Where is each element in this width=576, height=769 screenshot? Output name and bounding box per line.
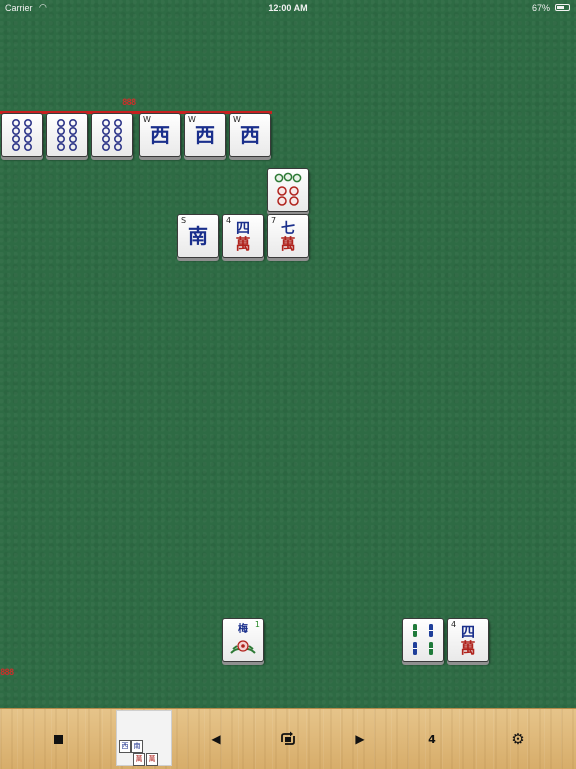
circles-5-face	[274, 172, 302, 206]
battery-icon	[555, 4, 570, 11]
stop-icon	[53, 734, 63, 744]
flower-icon	[230, 640, 256, 654]
tile-glyph-top: 四	[461, 625, 475, 641]
tile-west-wind[interactable]: W 西	[139, 113, 181, 157]
tile-circles-8[interactable]	[46, 113, 88, 157]
rotate-icon	[281, 731, 295, 745]
hand-preview-button[interactable]: 西 南 萬 萬	[116, 710, 172, 766]
tile-glyph-bottom: 萬	[235, 235, 251, 253]
mini-tile: 萬	[146, 753, 158, 766]
tile-west-wind[interactable]: W 西	[229, 113, 271, 157]
tile-glyph: 西	[150, 123, 170, 147]
tile-glyph: 西	[240, 123, 260, 147]
tile-west-wind[interactable]: W 西	[184, 113, 226, 157]
stop-button[interactable]	[40, 709, 76, 769]
gear-icon: ⚙	[511, 730, 525, 748]
score-label-top: 888	[122, 98, 136, 108]
tile-glyph-bottom: 萬	[460, 639, 476, 657]
circles-8-face	[12, 119, 32, 151]
bamboo-4-face	[413, 624, 433, 655]
mini-tile: 南	[131, 740, 143, 753]
battery-percent: 67%	[531, 3, 550, 13]
tile-glyph-bottom: 萬	[280, 235, 296, 253]
bottom-toolbar: ◀ ▶ 4 ⚙	[0, 708, 576, 769]
triangle-right-icon: ▶	[355, 732, 365, 746]
rotate-button[interactable]	[270, 709, 306, 769]
circles-8-face	[102, 119, 122, 151]
tile-flower-plum[interactable]: 1 梅	[222, 618, 264, 662]
mini-tile: 萬	[133, 753, 145, 766]
game-table	[0, 0, 576, 708]
next-button[interactable]: ▶	[342, 709, 378, 769]
triangle-left-icon: ◀	[211, 732, 221, 746]
tile-characters-4[interactable]: 4 四 萬	[447, 618, 489, 662]
status-bar: Carrier ◠ 12:00 AM 67%	[0, 0, 576, 16]
tile-circles-8[interactable]	[1, 113, 43, 157]
settings-button[interactable]: ⚙	[500, 709, 536, 769]
circles-8-face	[57, 119, 77, 151]
tile-characters-7[interactable]: 7 七 萬	[267, 214, 309, 258]
tile-south-wind[interactable]: S 南	[177, 214, 219, 258]
tile-characters-4[interactable]: 4 四 萬	[222, 214, 264, 258]
tile-glyph: 西	[195, 123, 215, 147]
tile-glyph-top: 七	[281, 221, 295, 237]
step-count: 4	[414, 709, 450, 769]
tile-bamboo-4[interactable]	[402, 618, 444, 662]
step-count-label: 4	[428, 732, 436, 746]
mini-tile: 西	[119, 740, 131, 753]
score-label-left: 888	[0, 668, 14, 678]
tile-glyph: 南	[188, 224, 208, 248]
tile-circles-8[interactable]	[91, 113, 133, 157]
tile-circles-5[interactable]	[267, 168, 309, 212]
tile-corner: S	[181, 216, 187, 225]
prev-button[interactable]: ◀	[198, 709, 234, 769]
tile-glyph-top: 四	[236, 221, 250, 237]
clock: 12:00 AM	[268, 3, 308, 13]
